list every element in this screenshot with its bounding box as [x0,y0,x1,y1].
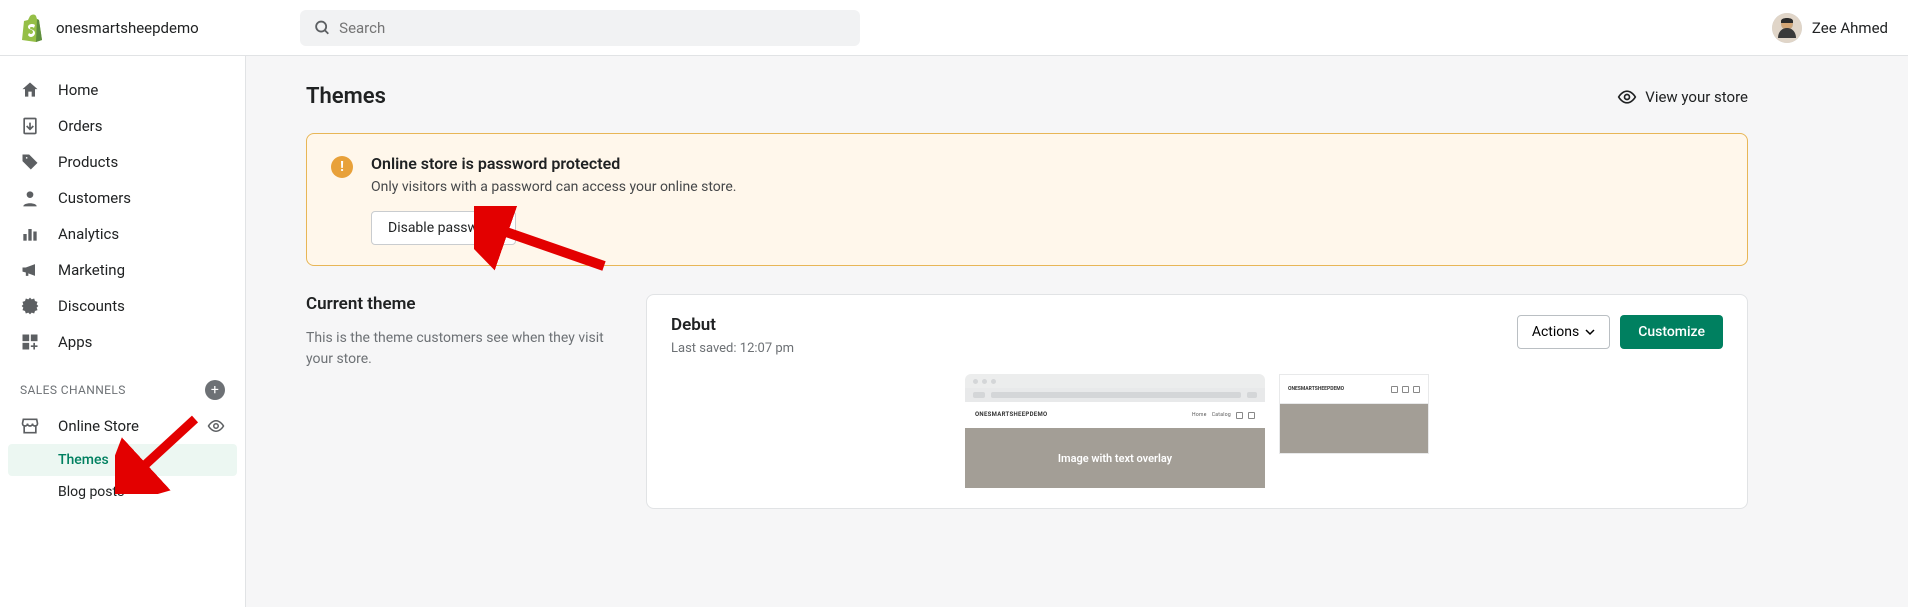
user-name: Zee Ahmed [1812,19,1888,37]
sidebar-subitem-themes[interactable]: Themes [8,444,237,476]
search-icon [314,19,331,37]
current-theme-heading: Current theme [306,294,606,314]
theme-preview: ONESMARTSHEEPDEMO Home Catalog Image with… [671,374,1723,488]
current-theme-info: Current theme This is the theme customer… [306,294,606,509]
sidebar-subitem-blog-posts[interactable]: Blog posts [0,476,245,508]
store-icon [20,416,40,436]
preview-nav-home: Home [1192,412,1207,418]
orders-icon [20,116,40,136]
card-header: Debut Last saved: 12:07 pm Actions Custo… [671,315,1723,356]
store-name: onesmartsheepdemo [56,19,199,37]
preview-desktop: ONESMARTSHEEPDEMO Home Catalog Image with… [965,374,1265,488]
avatar [1772,13,1802,43]
topbar: onesmartsheepdemo Zee Ahmed [0,0,1908,56]
preview-hero-text: Image with text overlay [1058,452,1172,465]
user-menu[interactable]: Zee Ahmed [1772,13,1888,43]
sales-channels-label: SALES CHANNELS + [0,360,245,408]
theme-name: Debut [671,315,794,335]
apps-icon [20,332,40,352]
layout: Home Orders Products Customers Analytics… [0,56,1908,607]
megaphone-icon [20,260,40,280]
banner-text: Only visitors with a password can access… [371,179,736,195]
person-icon [20,188,40,208]
section-label-text: SALES CHANNELS [20,383,126,397]
actions-button[interactable]: Actions [1517,315,1610,349]
shopify-logo-icon [20,14,44,42]
sidebar-item-label: Home [58,81,98,99]
banner-title: Online store is password protected [371,154,736,173]
sidebar-item-label: Themes [58,452,109,468]
add-channel-button[interactable]: + [205,380,225,400]
sidebar-item-marketing[interactable]: Marketing [0,252,245,288]
sidebar-item-label: Analytics [58,225,119,243]
sidebar-item-label: Discounts [58,297,125,315]
current-theme-desc: This is the theme customers see when the… [306,328,606,370]
main-content: Themes View your store ! Online store is… [246,56,1908,607]
preview-mobile: ONESMARTSHEEPDEMO [1279,374,1429,454]
sidebar-item-customers[interactable]: Customers [0,180,245,216]
sidebar-item-label: Products [58,153,118,171]
search-box[interactable] [300,10,860,46]
sidebar-item-products[interactable]: Products [0,144,245,180]
tag-icon [20,152,40,172]
sidebar: Home Orders Products Customers Analytics… [0,56,246,607]
discount-icon [20,296,40,316]
search-wrap [300,10,1772,46]
theme-card: Debut Last saved: 12:07 pm Actions Custo… [646,294,1748,509]
sidebar-item-online-store[interactable]: Online Store [0,408,245,444]
view-store-label: View your store [1645,88,1748,106]
preview-brand-mobile: ONESMARTSHEEPDEMO [1288,387,1344,392]
sidebar-item-label: Marketing [58,261,125,279]
home-icon [20,80,40,100]
content-row: Current theme This is the theme customer… [306,294,1748,509]
sidebar-item-label: Apps [58,333,92,351]
disable-password-button[interactable]: Disable password [371,211,516,245]
preview-hero: Image with text overlay [965,428,1265,488]
analytics-icon [20,224,40,244]
preview-brand: ONESMARTSHEEPDEMO [975,412,1045,418]
sidebar-item-label: Orders [58,117,103,135]
sidebar-item-orders[interactable]: Orders [0,108,245,144]
preview-nav-catalog: Catalog [1212,412,1231,418]
banner-body: Online store is password protected Only … [371,154,736,245]
card-actions: Actions Customize [1517,315,1723,349]
page-title: Themes [306,84,386,109]
logo-wrap: onesmartsheepdemo [20,14,300,42]
customize-button[interactable]: Customize [1620,315,1723,349]
caret-down-icon [1585,327,1595,337]
sidebar-item-label: Blog posts [58,484,124,500]
sidebar-item-home[interactable]: Home [0,72,245,108]
view-store-link[interactable]: View your store [1617,87,1748,107]
sidebar-item-discounts[interactable]: Discounts [0,288,245,324]
sidebar-item-apps[interactable]: Apps [0,324,245,360]
last-saved: Last saved: 12:07 pm [671,341,794,356]
search-input[interactable] [339,19,846,37]
sidebar-item-label: Online Store [58,417,139,435]
sidebar-item-analytics[interactable]: Analytics [0,216,245,252]
page-header: Themes View your store [306,84,1748,109]
eye-icon[interactable] [207,417,225,435]
sidebar-item-label: Customers [58,189,131,207]
eye-icon [1617,87,1637,107]
actions-label: Actions [1532,324,1579,340]
warning-icon: ! [331,156,353,178]
password-banner: ! Online store is password protected Onl… [306,133,1748,266]
